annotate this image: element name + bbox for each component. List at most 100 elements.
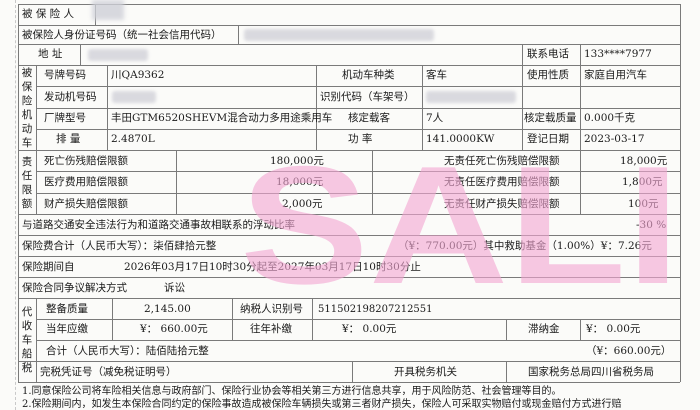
- table-rule: [232, 298, 233, 340]
- no-fault-label: 无责任财产损失赔偿限额: [444, 198, 560, 210]
- power-value: 141.0000KW: [426, 133, 495, 145]
- table-rule: [238, 25, 239, 44]
- float-rate-value: -30 %: [636, 219, 667, 231]
- seats-label: 核定载客: [348, 112, 390, 124]
- table-rule: [36, 193, 680, 194]
- float-rate-label: 与道路交通安全违法行为和道路交通事故相联系的浮动比率: [22, 219, 295, 231]
- liability-label: 死亡伤残赔偿限额: [44, 155, 128, 167]
- table-rule: [36, 129, 680, 130]
- current-tax-value: ¥： 660.00元: [140, 323, 208, 335]
- table-rule: [316, 65, 317, 150]
- reg-date-value: 2023-03-17: [584, 133, 645, 145]
- insured-label: 被 保 险 人: [22, 8, 75, 20]
- table-rule: [18, 214, 680, 215]
- tax-total-label: 合计（人民币大写）：陆佰陆拾元整: [46, 345, 209, 357]
- no-fault-value: 100元: [628, 198, 659, 210]
- displacement-value: 2.4870L: [111, 133, 155, 145]
- redacted-address: [88, 49, 148, 61]
- taxpayer-id-label: 纳税人识别号: [240, 303, 303, 315]
- vehicle-kind-value: 客车: [426, 69, 447, 81]
- power-label: 功 率: [348, 133, 373, 145]
- no-fault-label: 无责任医疗费用赔偿限额: [444, 176, 560, 188]
- table-rule: [422, 65, 423, 150]
- liability-value: 18,000元: [276, 176, 324, 188]
- policy-document: 被 保 险 人 被保险人身份证号码（统一社会信用代码） 地 址 联系电话 133…: [0, 0, 700, 410]
- table-rule: [18, 298, 680, 299]
- late-fee-label: 滞纳金: [528, 323, 560, 335]
- table-rule: [112, 298, 113, 340]
- premium-amount: （¥：770.00元）其中救助基金（1.00%）¥：7.26元: [398, 240, 652, 252]
- address-label: 地 址: [38, 48, 63, 60]
- note-line: 2.保险期间内，如发生本保险合同约定的保险事故造成被保险车辆损失或第三者财产损失…: [22, 399, 622, 410]
- phone-label: 联系电话: [527, 48, 569, 60]
- table-rule: [36, 150, 37, 214]
- table-rule: [506, 361, 507, 382]
- id-number-label: 被保险人身份证号码（统一社会信用代码）: [22, 29, 222, 41]
- table-rule: [522, 65, 523, 150]
- table-rule: [18, 382, 680, 383]
- taxpayer-id-value: 511502198207212551: [318, 304, 433, 315]
- vehicle-kind-label: 机动车种类: [342, 69, 395, 81]
- use-label: 使用性质: [527, 69, 569, 81]
- seats-value: 7人: [426, 112, 444, 124]
- vin-label: 识别代码（车架号）: [320, 91, 415, 103]
- tonnage-label: 整备质量: [46, 303, 88, 315]
- load-value: 0.000千克: [584, 112, 636, 124]
- table-rule: [176, 150, 177, 214]
- table-rule: [18, 25, 680, 26]
- table-rule: [36, 86, 680, 87]
- table-rule: [36, 319, 680, 320]
- tonnage-value: 2,145.00: [144, 303, 191, 315]
- table-rule: [80, 44, 81, 65]
- liability-label: 财产损失赔偿限额: [44, 198, 128, 210]
- use-value: 家庭自用汽车: [584, 69, 647, 81]
- tax-total-value: （¥：660.00元）: [586, 345, 672, 357]
- displacement-label: 排 量: [56, 133, 81, 145]
- redacted-name: [92, 0, 124, 20]
- redacted-id-number: [244, 29, 434, 41]
- table-rule: [372, 150, 373, 214]
- table-rule: [18, 277, 680, 278]
- model-label: 厂牌型号: [44, 112, 86, 124]
- no-fault-value: 1,800元: [622, 176, 663, 188]
- tax-office-label: 开具税务机关: [394, 366, 457, 378]
- note-line: 1.同意保险公司将车险相关信息与政府部门、保险行业协会等相关第三方进行信息共享，…: [22, 386, 562, 397]
- tax-cert-label: 完税凭证号（减免税证明号）: [40, 366, 177, 378]
- table-rule: [506, 319, 507, 340]
- table-rule: [580, 319, 581, 340]
- table-rule: [352, 361, 353, 382]
- table-rule: [18, 361, 680, 362]
- liability-value: 2,000元: [282, 198, 323, 210]
- table-rule: [18, 235, 680, 236]
- table-rule: [18, 4, 19, 382]
- table-rule: [522, 44, 523, 65]
- table-rule: [107, 65, 108, 150]
- back-tax-value: ¥： 0.00元: [342, 323, 397, 335]
- tax-office-value: 国家税务总局四川省税务局: [528, 366, 654, 378]
- liability-label: 医疗费用赔偿限额: [44, 176, 128, 188]
- reg-date-label: 登记日期: [527, 133, 569, 145]
- table-rule: [680, 4, 681, 382]
- table-rule: [18, 256, 680, 257]
- table-rule: [36, 171, 680, 172]
- period-value: 2026年03月17日10时30分起至2027年03月17日10时30分止: [124, 261, 421, 273]
- dispute-value: 诉讼: [164, 282, 185, 294]
- table-rule: [36, 65, 37, 150]
- model-value: 丰田GTM6520SHEVM混合动力多用途乘用车: [111, 112, 333, 124]
- table-rule: [312, 298, 313, 340]
- binding-margin: [0, 0, 16, 410]
- plate-value: 川QA9362: [111, 69, 165, 81]
- current-tax-label: 当年应缴: [46, 323, 88, 335]
- liability-value: 180,000元: [270, 155, 324, 167]
- table-rule: [36, 298, 37, 382]
- table-rule: [580, 150, 581, 214]
- table-rule: [36, 108, 680, 109]
- liability-section-label: 责任限额: [21, 156, 33, 210]
- late-fee-value: ¥： 0.00元: [586, 323, 641, 335]
- back-tax-label: 往年补缴: [250, 323, 292, 335]
- no-fault-value: 18,000元: [620, 155, 668, 167]
- load-label: 核定载质量: [524, 112, 577, 124]
- no-fault-label: 无责任死亡伤残赔偿限额: [444, 155, 560, 167]
- table-rule: [36, 340, 680, 341]
- redacted-engine-number: [112, 91, 156, 103]
